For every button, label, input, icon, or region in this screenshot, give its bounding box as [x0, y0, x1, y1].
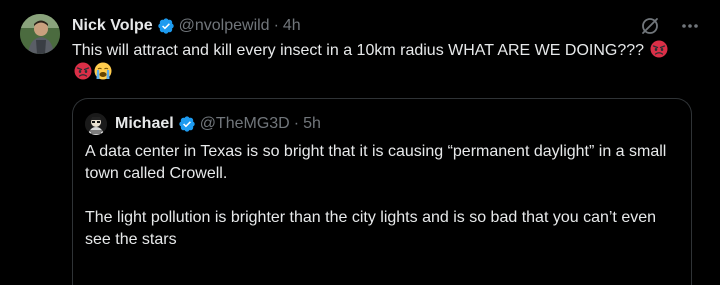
quote-author-avatar[interactable] — [85, 113, 107, 135]
quote-author-name[interactable]: Michael — [115, 115, 174, 133]
quote-timestamp[interactable]: 5h — [303, 115, 321, 133]
tweet-body: This will attract and kill every insect … — [72, 40, 672, 84]
quote-header: Michael @TheMG3D · 5h — [85, 113, 679, 135]
verified-badge-icon — [178, 115, 196, 133]
separator-dot: · — [293, 115, 300, 132]
header-actions — [640, 16, 700, 36]
tweet-timestamp[interactable]: 4h — [283, 17, 301, 35]
angry-face-icon — [74, 62, 92, 80]
verified-badge-icon — [157, 17, 175, 35]
more-dots-icon[interactable] — [680, 16, 700, 36]
quote-author-handle[interactable]: @TheMG3D — [200, 115, 290, 133]
author-name[interactable]: Nick Volpe — [72, 17, 153, 35]
tweet-header: Nick Volpe @nvolpewild · 4h — [72, 14, 704, 38]
grok-slash-icon[interactable] — [640, 16, 660, 36]
quoted-tweet[interactable]: Michael @TheMG3D · 5h A data center in T… — [72, 98, 692, 285]
angry-face-icon — [650, 40, 668, 58]
quote-text: A data center in Texas is so bright that… — [85, 143, 667, 248]
tweet-text: This will attract and kill every insect … — [72, 42, 645, 59]
author-handle[interactable]: @nvolpewild — [179, 17, 270, 35]
crying-face-icon — [94, 62, 112, 80]
tweet[interactable]: Nick Volpe @nvolpewild · 4h This will at… — [0, 0, 720, 285]
separator-dot: · — [273, 17, 279, 34]
author-avatar[interactable] — [20, 14, 60, 54]
